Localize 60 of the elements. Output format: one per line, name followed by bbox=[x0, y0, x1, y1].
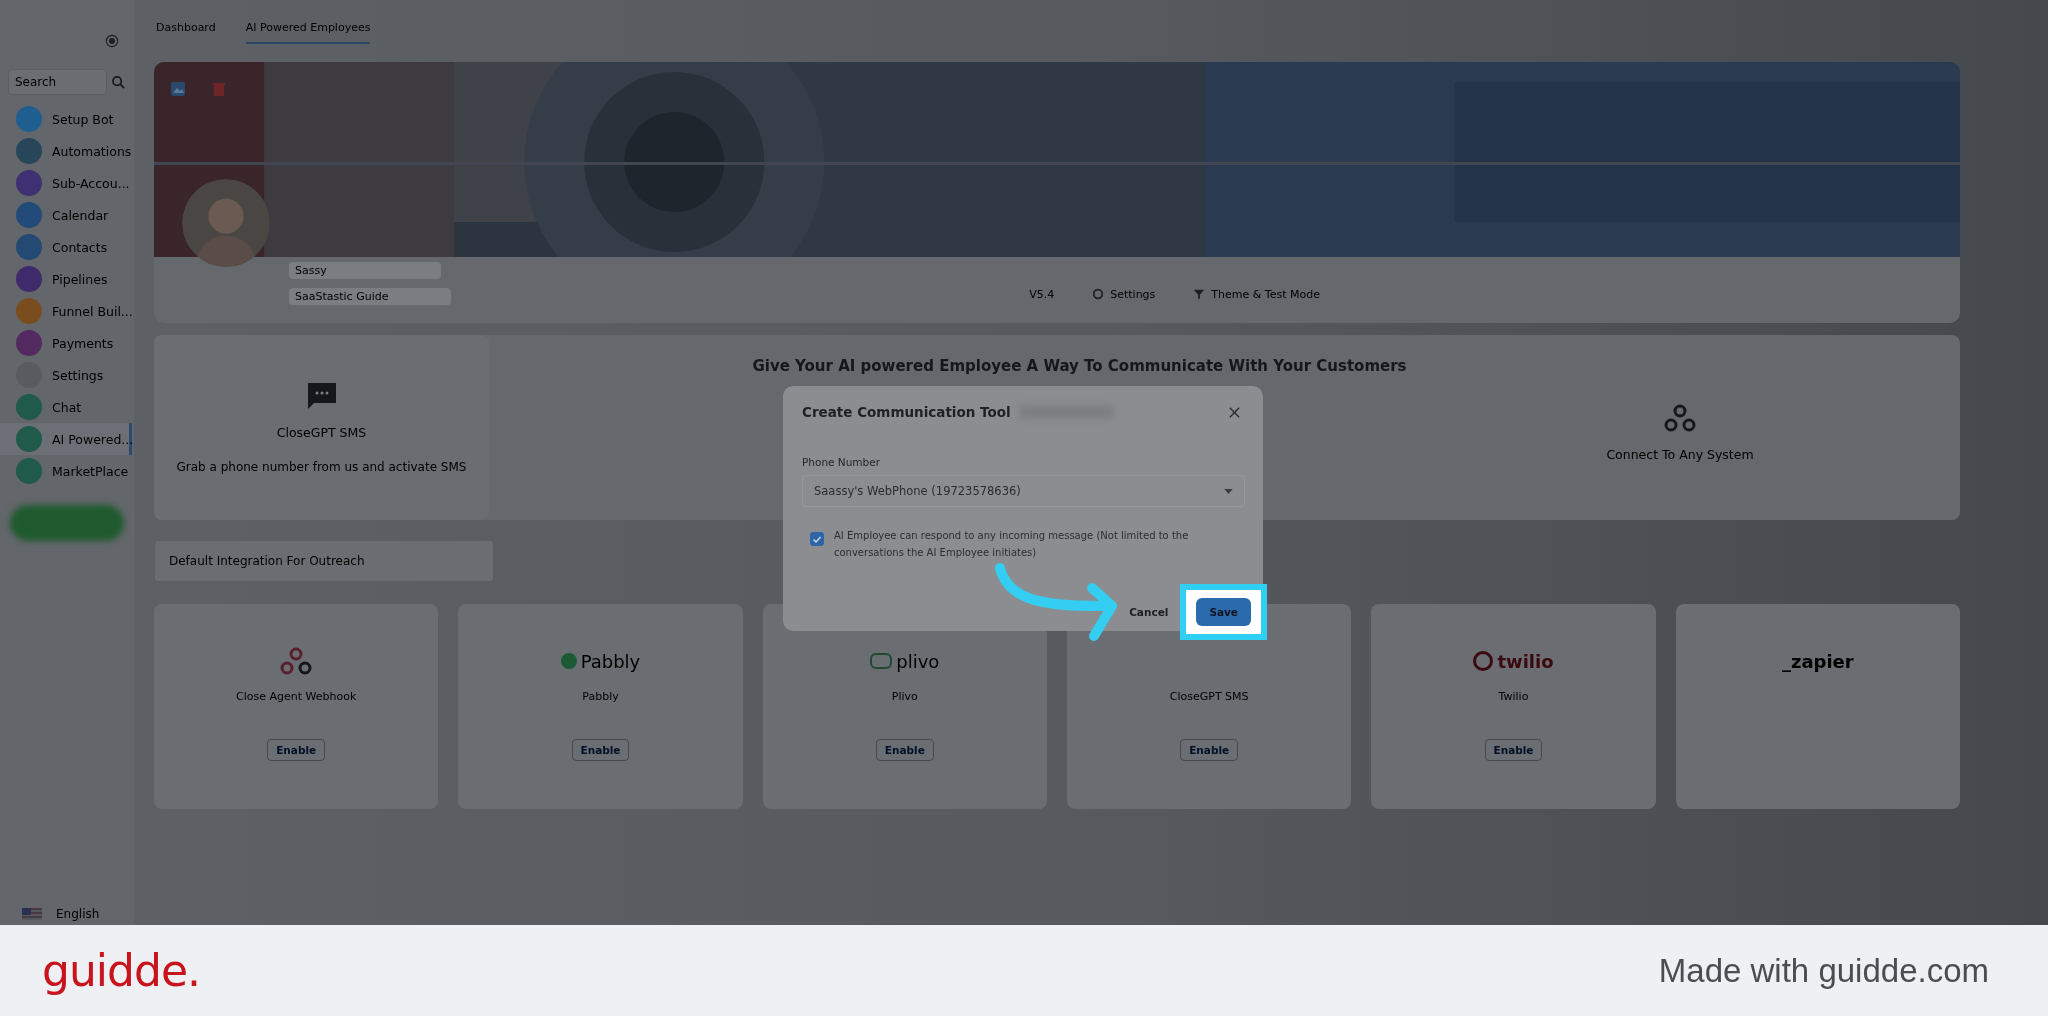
tab[interactable]: AI Powered Employees bbox=[245, 12, 371, 44]
image-icon[interactable] bbox=[171, 82, 185, 96]
filter-icon bbox=[1193, 288, 1206, 300]
footer-tagline: Made with guidde.com bbox=[1658, 951, 1989, 990]
enable-button[interactable]: Enable bbox=[267, 739, 326, 761]
enable-button[interactable]: Enable bbox=[1180, 739, 1239, 761]
save-button[interactable]: Save bbox=[1196, 598, 1251, 626]
integration-name: Close Agent Webhook bbox=[236, 690, 357, 703]
checkbox-label: AI Employee can respond to any incoming message (Not limited to the conversations the AI Employee initiates) bbox=[834, 529, 1190, 560]
checkbox[interactable] bbox=[810, 532, 824, 546]
enable-button[interactable]: Enable bbox=[875, 739, 934, 761]
integration-name: Plivo bbox=[891, 690, 918, 703]
sidebar-item[interactable]: Contacts bbox=[0, 231, 132, 263]
enable-button[interactable]: Enable bbox=[1484, 739, 1543, 761]
field-label: Phone Number bbox=[802, 456, 882, 468]
sidebar-item[interactable]: Sub-Accou... bbox=[0, 167, 132, 199]
sidebar-item[interactable]: Funnel Buil... bbox=[0, 295, 132, 327]
plivo-logo: plivo bbox=[870, 650, 940, 672]
phone-select[interactable]: Saassy's WebPhone (19723578636) bbox=[802, 475, 1245, 507]
sidebar-item[interactable]: Settings bbox=[0, 359, 132, 391]
sms-card[interactable]: CloseGPT SMS Grab a phone number from us and activate SMS bbox=[154, 335, 489, 520]
default-integration-field[interactable]: Default Integration For Outreach bbox=[154, 540, 494, 582]
close-icon[interactable] bbox=[1228, 405, 1241, 419]
sidebar-item[interactable]: Chat bbox=[0, 391, 132, 423]
tab[interactable]: Dashboard bbox=[156, 12, 216, 44]
sidebar-item[interactable]: Pipelines bbox=[0, 263, 132, 295]
integration-name: Pabbly bbox=[582, 690, 619, 703]
twilio-logo: twilio bbox=[1473, 650, 1554, 672]
subtitle-field[interactable]: SaaStastic Guide bbox=[289, 288, 451, 305]
enable-button[interactable]: Enable bbox=[571, 739, 630, 761]
toolbar-button[interactable]: Settings bbox=[1092, 287, 1156, 301]
sidebar-item[interactable]: MarketPlace bbox=[0, 455, 132, 487]
zapier-logo: _zapier bbox=[1781, 650, 1854, 672]
version-label: V5.4 bbox=[1029, 287, 1055, 301]
sidebar-item[interactable]: Automations bbox=[0, 135, 132, 167]
caret-icon bbox=[1224, 488, 1233, 494]
ring-icon bbox=[1092, 288, 1105, 300]
webhook-icon bbox=[1664, 403, 1696, 433]
flag-icon bbox=[22, 908, 42, 920]
search-field[interactable]: Search bbox=[8, 69, 107, 95]
cancel-button[interactable]: Cancel bbox=[1123, 605, 1175, 619]
sidebar-item[interactable]: Payments bbox=[0, 327, 132, 359]
sidebar-item[interactable]: Setup Bot bbox=[0, 103, 132, 135]
dialog-title: Create Communication Tool bbox=[802, 404, 1011, 420]
integration-name: CloseGPT SMS bbox=[1169, 690, 1249, 703]
integration-name: Twilio bbox=[1498, 690, 1529, 703]
chat-icon bbox=[305, 381, 338, 411]
toolbar-button[interactable]: Theme & Test Mode bbox=[1193, 287, 1320, 301]
webhook-icon bbox=[280, 646, 313, 676]
language-label[interactable]: English bbox=[56, 907, 100, 921]
card-title: CloseGPT SMS bbox=[276, 425, 367, 440]
pabbly-logo: Pabbly bbox=[560, 650, 641, 672]
radio-icon[interactable] bbox=[105, 34, 119, 48]
sidebar-item[interactable]: Calendar bbox=[0, 199, 132, 231]
brand-logo: guidde. bbox=[42, 945, 200, 996]
search-icon[interactable] bbox=[111, 74, 126, 90]
card-title: Connect To Any System bbox=[1606, 447, 1754, 462]
section-heading: Give Your AI powered Employee A Way To Communicate With Your Customers bbox=[751, 356, 1408, 377]
card-description: Grab a phone number from us and activate SMS bbox=[176, 460, 467, 474]
name-field[interactable]: Sassy bbox=[289, 262, 441, 279]
